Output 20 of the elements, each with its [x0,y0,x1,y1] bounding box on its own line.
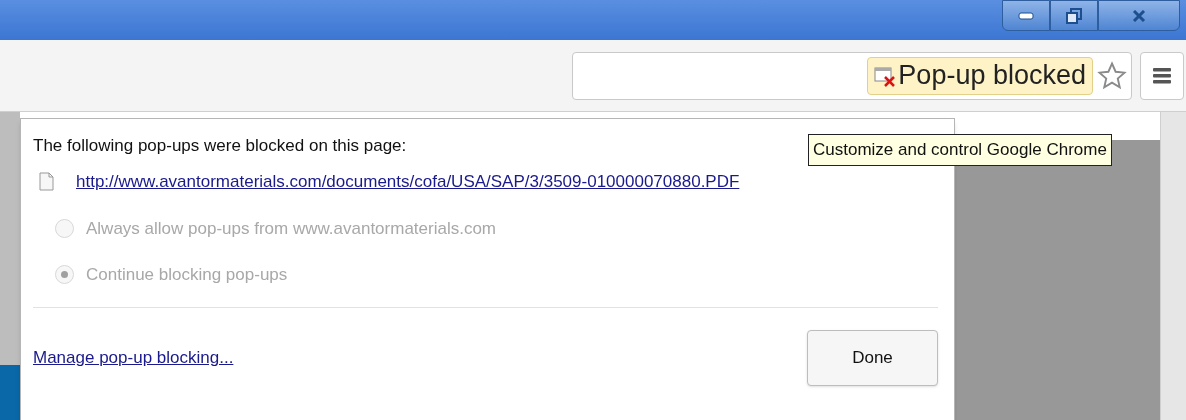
radio-label: Continue blocking pop-ups [86,263,288,286]
popup-blocked-button[interactable]: Pop-up blocked [867,56,1093,95]
restore-icon [1066,7,1082,24]
menu-icon [1153,66,1171,85]
blocked-popup-link[interactable]: http://www.avantormaterials.com/documents/cofa/USA/SAP/3/3509-010000070880.PDF [76,168,740,194]
minimize-button[interactable] [1002,0,1050,31]
done-button[interactable]: Done [807,330,938,386]
bubble-heading: The following pop-ups were blocked on this page: [33,136,407,155]
document-icon [39,171,54,191]
radio-label: Always allow pop-ups from www.avantormaterials.com [86,218,497,240]
tooltip: Customize and control Google Chrome [808,134,1112,166]
minimize-icon [1018,11,1034,20]
bookmark-star-icon[interactable] [1097,60,1127,91]
page-banner [0,365,20,420]
menu-button[interactable] [1140,51,1184,100]
manage-popup-blocking-link[interactable]: Manage pop-up blocking... [33,345,234,371]
blocked-window-icon [874,64,897,87]
close-button[interactable] [1098,0,1180,31]
restore-button[interactable] [1050,0,1098,31]
close-icon [1132,9,1146,22]
